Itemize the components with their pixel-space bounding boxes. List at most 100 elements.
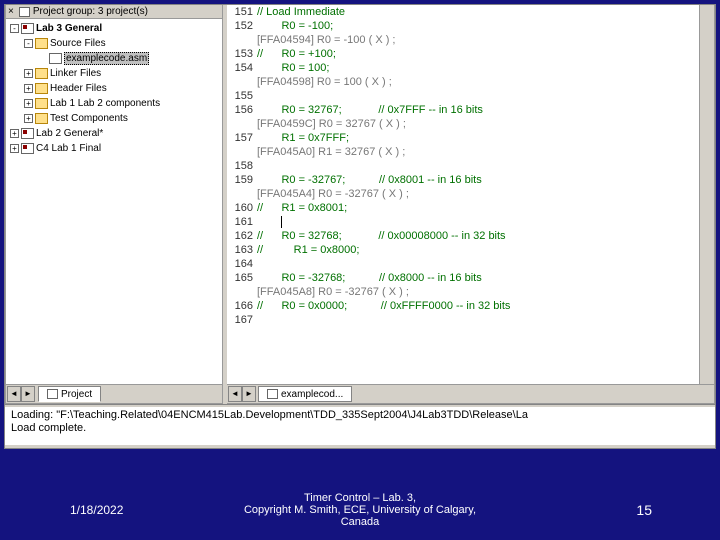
line-number: 167 (227, 313, 253, 327)
line-number: 161 (227, 215, 253, 229)
tree-item-label: Source Files (50, 38, 106, 49)
line-number: 151 (227, 5, 253, 19)
project-tree[interactable]: -Lab 3 General-Source Filesexamplecode.a… (6, 19, 222, 204)
sidebar-header-label: Project group: 3 project(s) (33, 6, 148, 17)
code-line[interactable]: // R0 = 32768; // 0x00008000 -- in 32 bi… (257, 229, 699, 243)
line-number: 157 (227, 131, 253, 145)
code-line[interactable] (257, 215, 699, 229)
expand-icon[interactable]: + (24, 69, 33, 78)
footer-page: 15 (636, 502, 652, 518)
code-line[interactable]: // Load Immediate (257, 5, 699, 19)
scrollbar-vertical[interactable] (699, 5, 714, 384)
code-line[interactable]: [FFA045A8] R0 = -32767 ( X ) ; (257, 285, 699, 299)
collapse-icon[interactable]: - (24, 39, 33, 48)
folder-icon (35, 113, 48, 124)
code-line[interactable]: R1 = 0x7FFF; (257, 131, 699, 145)
code-line[interactable]: // R1 = 0x8000; (257, 243, 699, 257)
tree-item[interactable]: + Test Components (6, 111, 222, 126)
main-area: × Project group: 3 project(s) -Lab 3 Gen… (5, 5, 715, 405)
line-number (227, 75, 253, 89)
tree-item-label: examplecode.asm (64, 52, 149, 65)
tree-item-label: Test Components (50, 113, 128, 124)
code-line[interactable] (257, 159, 699, 173)
line-number: 159 (227, 173, 253, 187)
folder-open-icon (35, 38, 48, 49)
line-number (227, 145, 253, 159)
code-line[interactable] (257, 313, 699, 327)
tree-item[interactable]: - Source Files (6, 36, 222, 51)
code-line[interactable]: // R1 = 0x8001; (257, 201, 699, 215)
line-number: 160 (227, 201, 253, 215)
line-number: 155 (227, 89, 253, 103)
file-icon (49, 53, 62, 64)
folder-icon (35, 98, 48, 109)
editor-tab-scroll-left[interactable]: ◄ (228, 386, 242, 402)
line-number: 164 (227, 257, 253, 271)
code-line[interactable]: R0 = 100; (257, 61, 699, 75)
close-icon[interactable]: × (8, 6, 14, 17)
tab-project[interactable]: Project (38, 386, 101, 402)
code-line[interactable] (257, 257, 699, 271)
project-tab-icon (47, 389, 58, 399)
line-number: 152 (227, 19, 253, 33)
editor-body[interactable]: 151152 153154 155156 157 158159 16016116… (227, 5, 714, 384)
folder-icon (35, 68, 48, 79)
line-number: 158 (227, 159, 253, 173)
tree-item-label: Lab 1 Lab 2 components (50, 98, 160, 109)
tab-scroll-right[interactable]: ► (21, 386, 35, 402)
folder-icon (35, 83, 48, 94)
editor-pane: 151152 153154 155156 157 158159 16016116… (227, 5, 715, 404)
expand-icon[interactable]: + (24, 84, 33, 93)
editor-tab-active[interactable]: examplecod... (258, 386, 352, 402)
text-cursor (281, 216, 285, 228)
code-line[interactable]: [FFA045A4] R0 = -32767 ( X ) ; (257, 187, 699, 201)
expand-icon[interactable]: + (10, 144, 19, 153)
code-line[interactable]: [FFA04598] R0 = 100 ( X ) ; (257, 75, 699, 89)
line-number (227, 117, 253, 131)
tree-item[interactable]: + Lab 1 Lab 2 components (6, 96, 222, 111)
output-console[interactable]: Loading: "F:\Teaching.Related\04ENCM415L… (5, 405, 715, 445)
footer-date: 1/18/2022 (70, 503, 123, 517)
line-gutter: 151152 153154 155156 157 158159 16016116… (227, 5, 257, 384)
slide-footer: 1/18/2022 Timer Control – Lab. 3, Copyri… (0, 502, 720, 518)
tab-scroll-left[interactable]: ◄ (7, 386, 21, 402)
line-number: 166 (227, 299, 253, 313)
expand-icon[interactable]: + (24, 114, 33, 123)
tree-item[interactable]: +Linker Files (6, 66, 222, 81)
line-number: 153 (227, 47, 253, 61)
sidebar-tabs: ◄ ► Project (6, 384, 222, 403)
code-area[interactable]: // Load Immediate R0 = -100;[FFA04594] R… (257, 5, 699, 384)
project-group-icon (19, 7, 30, 17)
code-line[interactable]: [FFA04594] R0 = -100 ( X ) ; (257, 33, 699, 47)
expand-icon[interactable]: + (10, 129, 19, 138)
sidebar-header: × Project group: 3 project(s) (6, 5, 222, 19)
line-number (227, 187, 253, 201)
tree-item[interactable]: + Lab 2 General* (6, 126, 222, 141)
line-number: 162 (227, 229, 253, 243)
tree-item[interactable]: -Lab 3 General (6, 21, 222, 36)
collapse-icon[interactable]: - (10, 24, 19, 33)
code-line[interactable]: // R0 = +100; (257, 47, 699, 61)
tree-item[interactable]: + Header Files (6, 81, 222, 96)
code-line[interactable]: [FFA045A0] R1 = 32767 ( X ) ; (257, 145, 699, 159)
line-number: 165 (227, 271, 253, 285)
code-line[interactable] (257, 89, 699, 103)
tree-item-label: Header Files (50, 83, 107, 94)
tree-item[interactable]: examplecode.asm (6, 51, 222, 66)
footer-title: Timer Control – Lab. 3, Copyright M. Smi… (244, 492, 476, 528)
expand-icon[interactable]: + (24, 99, 33, 108)
tree-item-label: Lab 2 General* (36, 128, 103, 139)
code-line[interactable]: R0 = -100; (257, 19, 699, 33)
line-number (227, 33, 253, 47)
code-line[interactable]: // R0 = 0x0000; // 0xFFFF0000 -- in 32 b… (257, 299, 699, 313)
proj-icon (21, 128, 34, 139)
console-line: Loading: "F:\Teaching.Related\04ENCM415L… (11, 409, 709, 422)
line-number: 156 (227, 103, 253, 117)
editor-tabs: ◄ ► examplecod... (227, 384, 714, 403)
code-line[interactable]: R0 = -32767; // 0x8001 -- in 16 bits (257, 173, 699, 187)
code-line[interactable]: [FFA0459C] R0 = 32767 ( X ) ; (257, 117, 699, 131)
code-line[interactable]: R0 = -32768; // 0x8000 -- in 16 bits (257, 271, 699, 285)
code-line[interactable]: R0 = 32767; // 0x7FFF -- in 16 bits (257, 103, 699, 117)
editor-tab-scroll-right[interactable]: ► (242, 386, 256, 402)
tree-item[interactable]: +C4 Lab 1 Final (6, 141, 222, 156)
